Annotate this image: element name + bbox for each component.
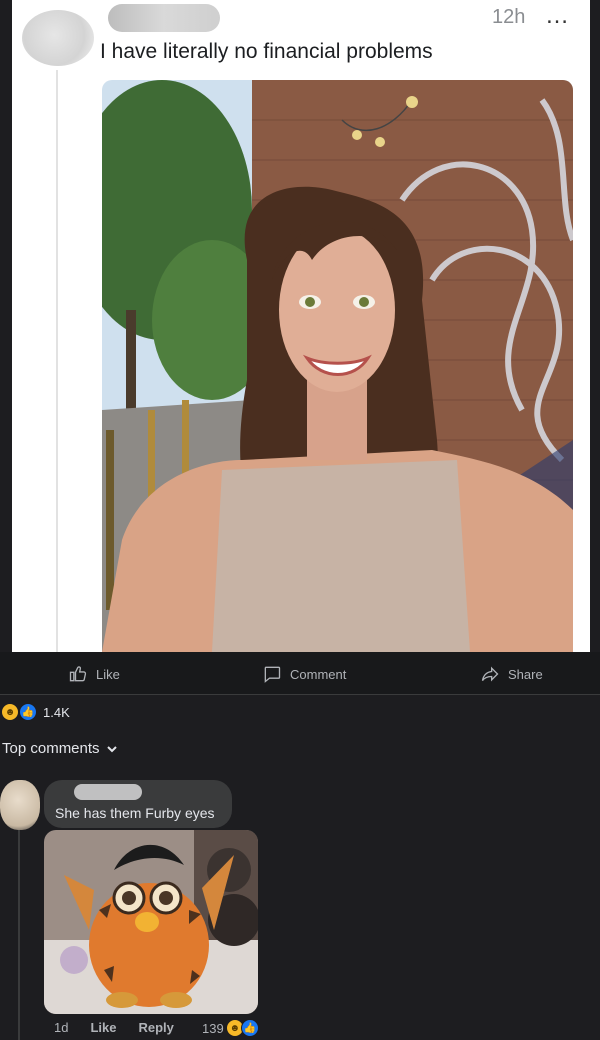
share-button-label: Share (508, 666, 543, 682)
top-comments-label: Top comments (2, 740, 100, 757)
reaction-summary[interactable]: ☻ 👍 1.4K (2, 703, 70, 721)
top-comments-dropdown[interactable]: Top comments (2, 740, 118, 757)
comment-like-button[interactable]: Like (90, 1020, 116, 1035)
comment-button[interactable]: Comment (262, 664, 346, 684)
more-options-icon[interactable]: … (545, 2, 570, 30)
haha-reaction-icon: ☻ (2, 704, 18, 720)
post-photo[interactable] (102, 80, 573, 652)
like-reaction-icon: 👍 (240, 1019, 259, 1037)
furby-image-illustration (44, 830, 258, 1014)
like-button[interactable]: Like (68, 664, 120, 684)
comment-reply-button[interactable]: Reply (138, 1020, 173, 1035)
post-author-avatar[interactable] (22, 10, 94, 66)
post-timestamp[interactable]: 12h (492, 6, 525, 29)
like-reaction-icon: 👍 (19, 703, 37, 721)
comment-timestamp[interactable]: 1d (54, 1020, 68, 1035)
comment-text: She has them Furby eyes (55, 805, 215, 821)
post-action-bar: Like Comment Share (0, 652, 600, 695)
reaction-count: 1.4K (43, 704, 70, 720)
commenter-avatar[interactable] (0, 780, 40, 830)
comment-button-label: Comment (290, 666, 347, 682)
like-button-label: Like (96, 666, 120, 682)
post-author-name-redacted[interactable] (108, 4, 220, 32)
share-button[interactable]: Share (480, 664, 543, 684)
post-card: 12h … I have literally no financial prob… (12, 0, 590, 652)
comment-thread-line (18, 830, 20, 1040)
commenter-name-redacted[interactable] (74, 784, 142, 800)
comment-meta: 1d Like Reply (54, 1020, 196, 1035)
comment-reactions[interactable]: 139 ☻ 👍 (202, 1019, 259, 1037)
chevron-down-icon (106, 745, 117, 752)
post-text: I have literally no financial problems (100, 40, 433, 63)
share-icon (481, 666, 499, 682)
thread-line (56, 70, 58, 652)
comment-image[interactable] (44, 830, 258, 1014)
comment-reaction-count: 139 (202, 1020, 224, 1036)
selfie-photo-illustration (102, 80, 573, 652)
thumbs-up-icon (69, 666, 87, 682)
comment-icon (264, 666, 281, 683)
